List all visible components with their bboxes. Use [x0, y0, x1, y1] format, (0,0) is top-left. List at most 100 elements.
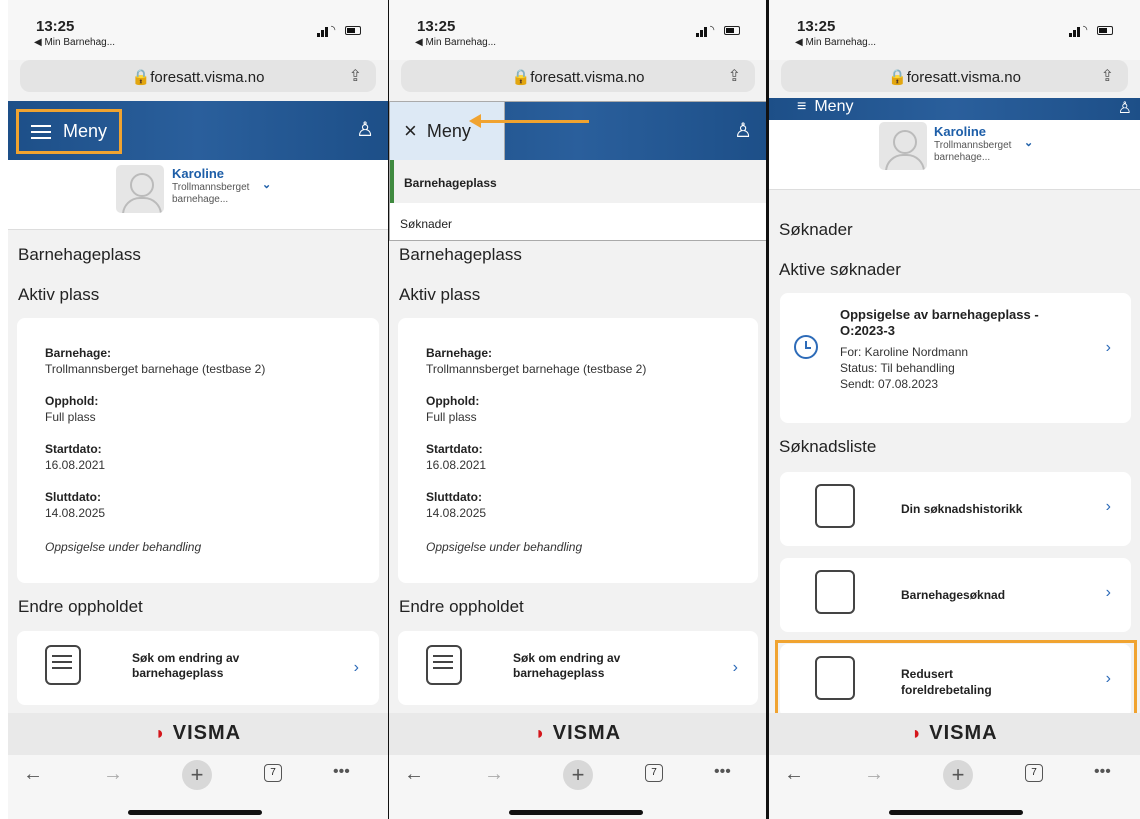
share-icon[interactable]: ⇪ — [728, 66, 741, 86]
list-title: Søknadsliste — [779, 437, 877, 456]
clock-time: 13:25 — [36, 18, 75, 35]
chevron-down-icon[interactable]: ⌄ — [1024, 136, 1033, 149]
field-label: Barnehage: — [426, 346, 493, 360]
forward-arrow-icon[interactable]: → — [103, 763, 123, 786]
visma-logo: ◗ VISMA — [534, 722, 622, 744]
chevron-right-icon: › — [1105, 339, 1111, 356]
phone-screen-3: 13:25 ◀ Min Barnehag... ◝ 🔒foresatt.vism… — [769, 0, 1140, 819]
clock-icon — [794, 335, 818, 359]
house-icon — [815, 570, 855, 614]
system-icons: ◝ — [1069, 24, 1114, 37]
change-request-card[interactable]: Søk om endring av barnehageplass › — [17, 631, 379, 705]
back-to-app[interactable]: ◀ Min Barnehag... — [34, 37, 115, 48]
field-value: 14.08.2025 — [45, 506, 106, 520]
wifi-icon: ◝ — [1083, 24, 1088, 36]
user-icon[interactable]: ♙ — [1118, 98, 1132, 118]
status-note: Oppsigelse under behandling — [426, 540, 583, 554]
back-to-app[interactable]: ◀ Min Barnehag... — [415, 37, 496, 48]
subsection-title: Aktiv plass — [18, 285, 100, 304]
more-icon[interactable]: ••• — [714, 763, 731, 781]
status-bar: 13:25 ◀ Min Barnehag... ◝ — [769, 0, 1140, 60]
clock-time: 13:25 — [797, 18, 836, 35]
battery-icon — [345, 26, 361, 35]
active-place-card: Barnehage: Trollmannsberget barnehage (t… — [398, 318, 758, 583]
section-title: Barnehageplass — [399, 245, 522, 264]
active-place-card: Barnehage: Trollmannsberget barnehage (t… — [17, 318, 379, 583]
hamburger-icon — [31, 124, 51, 139]
new-tab-button[interactable]: + — [563, 760, 593, 790]
field-label: Opphold: — [45, 394, 99, 408]
address-bar[interactable]: 🔒foresatt.visma.no ⇪ — [781, 60, 1128, 92]
app-header: ≡ Meny ♙ — [769, 98, 1140, 120]
back-arrow-icon[interactable]: ← — [784, 763, 804, 786]
more-icon[interactable]: ••• — [1094, 763, 1111, 781]
form-edit-icon — [426, 645, 462, 685]
signal-icon — [696, 33, 699, 37]
system-icons: ◝ — [317, 24, 362, 37]
highlight-box — [775, 640, 1137, 716]
tabs-button[interactable]: 7 — [264, 764, 282, 782]
tabs-button[interactable]: 7 — [1025, 764, 1043, 782]
address-bar[interactable]: 🔒foresatt.visma.no ⇪ — [401, 60, 755, 92]
footer: ◗ VISMA — [389, 713, 767, 755]
url-text: 🔒foresatt.visma.no — [511, 69, 645, 86]
annotation-arrow — [469, 114, 589, 128]
profile-selector[interactable]: Karoline Trollmannsberget barnehage... ⌄ — [769, 120, 1140, 190]
field-label: Barnehage: — [45, 346, 112, 360]
visma-logo: ◗ VISMA — [154, 722, 242, 744]
status-bar: 13:25 ◀ Min Barnehag... ◝ — [389, 0, 767, 60]
change-title: Endre oppholdet — [18, 597, 143, 616]
list-item-history[interactable]: Din søknadshistorikk › — [780, 472, 1131, 546]
menu-button[interactable]: Meny — [16, 109, 123, 154]
share-icon[interactable]: ⇪ — [1101, 66, 1114, 86]
tabs-button[interactable]: 7 — [645, 764, 663, 782]
signal-icon — [1069, 33, 1072, 37]
user-icon[interactable]: ♙ — [356, 117, 374, 142]
more-icon[interactable]: ••• — [333, 763, 350, 781]
phone-screen-1: 13:25 ◀ Min Barnehag... ◝ 🔒foresatt.vism… — [8, 0, 388, 819]
menu-label: Meny — [426, 120, 471, 141]
change-request-label: Søk om endring av barnehageplass — [513, 651, 621, 680]
field-label: Startdato: — [45, 442, 102, 456]
change-request-card[interactable]: Søk om endring av barnehageplass › — [398, 631, 758, 705]
back-arrow-icon[interactable]: ← — [404, 763, 424, 786]
close-icon: × — [404, 118, 417, 143]
home-indicator — [128, 810, 262, 815]
status-bar: 13:25 ◀ Min Barnehag... ◝ — [8, 0, 388, 60]
menu-group-barnehageplass[interactable]: Barnehageplass — [390, 160, 766, 203]
new-tab-button[interactable]: + — [943, 760, 973, 790]
share-icon[interactable]: ⇪ — [349, 66, 362, 86]
field-value: Trollmannsberget barnehage (testbase 2) — [45, 362, 266, 376]
footer: ◗ VISMA — [8, 713, 388, 755]
subsection-title: Aktiv plass — [399, 285, 481, 304]
list-item-kindergarten-application[interactable]: Barnehagesøknad › — [780, 558, 1131, 632]
forward-arrow-icon[interactable]: → — [864, 763, 884, 786]
app-header: Meny ♙ — [8, 101, 388, 160]
url-text: 🔒foresatt.visma.no — [131, 69, 265, 86]
wifi-icon: ◝ — [710, 24, 715, 36]
field-value: 14.08.2025 — [426, 506, 487, 520]
profile-selector[interactable]: Karoline Trollmannsberget barnehage... ⌄ — [8, 160, 388, 230]
battery-icon — [1097, 26, 1113, 35]
menu-item-soknader[interactable]: Søknader — [400, 217, 452, 231]
application-for: For: Karoline Nordmann — [840, 345, 969, 359]
browser-toolbar: ← → + 7 ••• — [769, 755, 1140, 819]
back-to-app[interactable]: ◀ Min Barnehag... — [795, 37, 876, 48]
chevron-right-icon: › — [1105, 498, 1111, 515]
new-tab-button[interactable]: + — [182, 760, 212, 790]
address-bar[interactable]: 🔒foresatt.visma.no ⇪ — [20, 60, 376, 92]
forward-arrow-icon[interactable]: → — [484, 763, 504, 786]
url-text: 🔒foresatt.visma.no — [888, 69, 1021, 86]
profile-name: Karoline — [934, 124, 987, 139]
browser-toolbar: ← → + 7 ••• — [8, 755, 388, 819]
user-icon[interactable]: ♙ — [734, 118, 752, 143]
menu-button[interactable]: ≡ Meny — [797, 98, 853, 116]
active-application-card[interactable]: Oppsigelse av barnehageplass - O:2023-3 … — [780, 293, 1131, 423]
visma-logo: ◗ VISMA — [911, 722, 998, 744]
back-arrow-icon[interactable]: ← — [23, 763, 43, 786]
profile-kindergarten: Trollmannsberget barnehage... — [172, 182, 250, 205]
close-menu-button[interactable]: × Meny — [390, 102, 505, 160]
menu-label: Meny — [63, 121, 108, 141]
chevron-down-icon[interactable]: ⌄ — [262, 178, 271, 191]
clock-time: 13:25 — [417, 18, 456, 35]
